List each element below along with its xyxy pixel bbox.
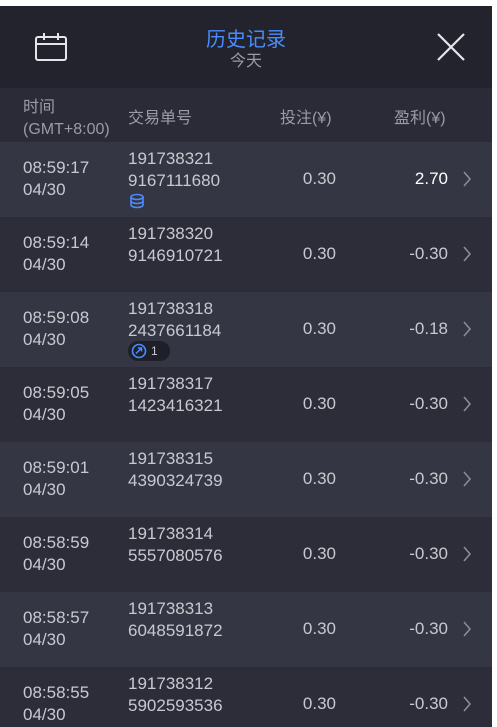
date-text: 04/30: [23, 705, 66, 724]
close-icon[interactable]: [436, 32, 466, 62]
table-row[interactable]: 08:59:14 04/30 191738320 9146910721 0.30…: [0, 217, 492, 292]
row-profit: -0.30: [409, 544, 448, 563]
date-text: 04/30: [23, 555, 66, 574]
table-row[interactable]: 08:59:05 04/30 191738317 1423416321 0.30…: [0, 367, 492, 442]
free-spin-count: 1: [151, 344, 158, 358]
order-id-part2: 4390324739: [128, 471, 223, 490]
order-id-part1: 191738320: [128, 224, 214, 243]
header-bar: 历史记录 今天: [0, 6, 492, 88]
row-bet: 0.30: [302, 469, 336, 488]
table-row[interactable]: 08:58:57 04/30 191738313 6048591872 0.30…: [0, 592, 492, 667]
order-id-part1: 191738314: [128, 524, 214, 543]
date-text: 04/30: [23, 480, 66, 499]
row-bet: 0.30: [302, 319, 336, 338]
time-text: 08:59:17: [23, 158, 90, 177]
row-time: 08:58:59 04/30: [23, 532, 89, 576]
column-time-label: 时间: [23, 99, 56, 116]
row-profit: 2.70: [414, 169, 448, 188]
order-id-part1: 191738315: [128, 449, 214, 468]
history-list: 08:59:17 04/30 191738321 9167111680 0.30…: [0, 142, 492, 727]
free-spin-icon: [131, 343, 147, 359]
column-timezone-label: (GMT+8:00): [23, 121, 110, 138]
time-text: 08:59:14: [23, 233, 90, 252]
order-id-part2: 6048591872: [128, 621, 223, 640]
table-row[interactable]: 08:59:08 04/30 191738318 2437661184 1 0.…: [0, 292, 492, 367]
date-text: 04/30: [23, 405, 66, 424]
row-time: 08:59:17 04/30: [23, 157, 89, 201]
row-bet: 0.30: [302, 544, 336, 563]
row-time: 08:59:08 04/30: [23, 307, 89, 351]
order-id-part1: 191738321: [128, 149, 214, 168]
row-profit: -0.30: [409, 694, 448, 713]
row-profit: -0.18: [409, 319, 448, 338]
row-time: 08:59:14 04/30: [23, 232, 89, 276]
free-spin-badge: 1: [128, 341, 170, 361]
order-id-part1: 191738313: [128, 599, 214, 618]
date-text: 04/30: [23, 630, 66, 649]
order-id-part1: 191738317: [128, 374, 214, 393]
chevron-right-icon: [463, 396, 472, 412]
time-text: 08:59:05: [23, 383, 90, 402]
row-order: 191738320 9146910721: [128, 223, 223, 267]
chevron-right-icon: [463, 171, 472, 187]
column-header: 时间 (GMT+8:00) 交易单号 投注(¥) 盈利(¥): [0, 88, 492, 142]
row-profit: -0.30: [409, 469, 448, 488]
column-profit: 盈利(¥): [394, 110, 446, 127]
table-row[interactable]: 08:58:59 04/30 191738314 5557080576 0.30…: [0, 517, 492, 592]
row-time: 08:59:05 04/30: [23, 382, 89, 426]
order-id-part2: 5557080576: [128, 546, 223, 565]
chevron-right-icon: [463, 471, 472, 487]
row-time: 08:58:55 04/30: [23, 682, 89, 726]
row-order: 191738314 5557080576: [128, 523, 223, 567]
date-filter-label[interactable]: 今天: [0, 52, 492, 72]
row-time: 08:58:57 04/30: [23, 607, 89, 651]
row-bet: 0.30: [302, 169, 336, 188]
row-bet: 0.30: [302, 394, 336, 413]
row-bet: 0.30: [302, 244, 336, 263]
row-order: 191738313 6048591872: [128, 598, 223, 642]
order-id-part2: 2437661184: [128, 321, 222, 340]
title-group: 历史记录 今天: [0, 28, 492, 72]
row-order: 191738312 5902593536: [128, 673, 223, 717]
order-id-part2: 5902593536: [128, 696, 223, 715]
row-order: 191738318 2437661184: [128, 298, 221, 342]
table-row[interactable]: 08:58:55 04/30 191738312 5902593536 0.30…: [0, 667, 492, 727]
chevron-right-icon: [463, 696, 472, 712]
date-text: 04/30: [23, 180, 66, 199]
coin-stack-icon: [130, 193, 144, 209]
order-id-part2: 9146910721: [128, 246, 223, 265]
time-text: 08:58:59: [23, 533, 90, 552]
chevron-right-icon: [463, 321, 472, 337]
time-text: 08:58:55: [23, 683, 90, 702]
column-order: 交易单号: [128, 110, 193, 127]
date-text: 04/30: [23, 255, 66, 274]
row-bet: 0.30: [302, 619, 336, 638]
order-id-part1: 191738318: [128, 299, 214, 318]
row-profit: -0.30: [409, 619, 448, 638]
time-text: 08:59:01: [23, 458, 90, 477]
table-row[interactable]: 08:59:01 04/30 191738315 4390324739 0.30…: [0, 442, 492, 517]
order-id-part1: 191738312: [128, 674, 214, 693]
chevron-right-icon: [463, 621, 472, 637]
time-text: 08:59:08: [23, 308, 90, 327]
column-bet: 投注(¥): [280, 110, 332, 127]
table-row[interactable]: 08:59:17 04/30 191738321 9167111680 0.30…: [0, 142, 492, 217]
date-text: 04/30: [23, 330, 66, 349]
row-bet: 0.30: [302, 694, 336, 713]
page-title: 历史记录: [206, 29, 286, 51]
order-id-part2: 9167111680: [128, 171, 221, 190]
row-order: 191738321 9167111680: [128, 148, 220, 192]
chevron-right-icon: [463, 546, 472, 562]
row-time: 08:59:01 04/30: [23, 457, 89, 501]
row-order: 191738315 4390324739: [128, 448, 223, 492]
row-profit: -0.30: [409, 394, 448, 413]
row-order: 191738317 1423416321: [128, 373, 223, 417]
row-profit: -0.30: [409, 244, 448, 263]
time-text: 08:58:57: [23, 608, 90, 627]
history-panel: 历史记录 今天 时间 (GMT+8:00) 交易单号 投注(¥) 盈利(¥) 0…: [0, 6, 492, 727]
chevron-right-icon: [463, 246, 472, 262]
order-id-part2: 1423416321: [128, 396, 223, 415]
column-time: 时间 (GMT+8:00): [23, 97, 110, 141]
